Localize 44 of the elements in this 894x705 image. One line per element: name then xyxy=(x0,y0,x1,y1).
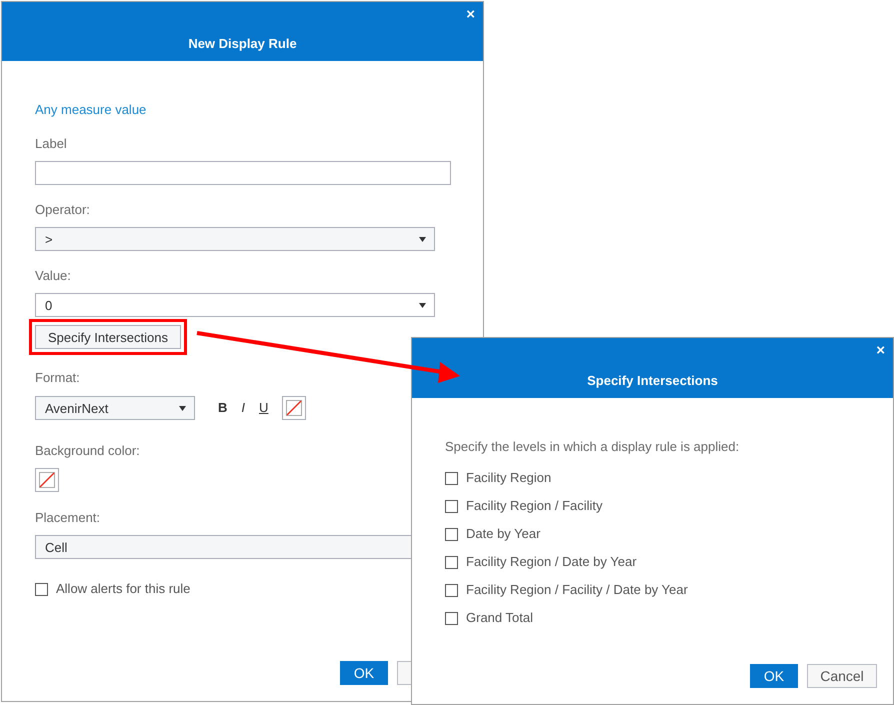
text-color-button[interactable] xyxy=(282,396,306,420)
close-button[interactable]: × xyxy=(464,6,477,24)
dialog-title: Specify Intersections xyxy=(587,373,718,388)
ok-button[interactable]: OK xyxy=(340,661,388,685)
field-label: Label xyxy=(35,136,67,152)
background-color-button[interactable] xyxy=(35,468,59,492)
value-dropdown[interactable]: 0 xyxy=(35,293,435,317)
checkbox-label: Allow alerts for this rule xyxy=(56,581,190,597)
checkbox-label: Facility Region / Date by Year xyxy=(466,554,637,570)
specify-intersections-button[interactable]: Specify Intersections xyxy=(35,325,181,349)
checkbox[interactable] xyxy=(445,556,458,568)
no-color-icon xyxy=(286,400,302,416)
bold-button[interactable]: B xyxy=(218,400,228,416)
caret-icon xyxy=(419,302,426,308)
field-label: Operator: xyxy=(35,202,90,218)
checkbox[interactable] xyxy=(445,612,458,624)
caret-icon xyxy=(419,236,426,242)
checkbox-label: Grand Total xyxy=(466,610,533,626)
label-input[interactable] xyxy=(35,161,451,185)
checkbox[interactable] xyxy=(445,528,458,540)
field-label: Format: xyxy=(35,370,80,386)
checkbox-label: Facility Region / Facility xyxy=(466,498,603,514)
prompt-text: Specify the levels in which a display rule is applied: xyxy=(445,439,740,455)
checkbox-label: Facility Region / Facility / Date by Year xyxy=(466,582,688,598)
checkbox[interactable] xyxy=(445,584,458,596)
underline-button[interactable]: U xyxy=(259,400,268,416)
field-label: Placement: xyxy=(35,510,100,526)
operator-dropdown[interactable]: > xyxy=(35,227,435,251)
checkbox-label: Facility Region xyxy=(466,470,552,486)
close-button[interactable]: × xyxy=(874,342,887,360)
measure-link[interactable]: Any measure value xyxy=(35,102,146,118)
checkbox[interactable] xyxy=(445,500,458,512)
checkbox[interactable] xyxy=(35,582,48,596)
field-label: Value: xyxy=(35,268,71,284)
checkbox[interactable] xyxy=(445,472,458,484)
checkbox-label: Date by Year xyxy=(466,526,540,542)
no-color-icon xyxy=(39,472,55,488)
font-dropdown[interactable]: AvenirNext xyxy=(35,396,195,420)
italic-button[interactable]: I xyxy=(241,400,246,416)
cancel-button[interactable]: Cancel xyxy=(807,664,877,688)
caret-icon xyxy=(179,406,186,410)
ok-button[interactable]: OK xyxy=(750,664,798,688)
field-label: Background color: xyxy=(35,443,140,459)
dialog-title: New Display Rule xyxy=(188,36,297,51)
